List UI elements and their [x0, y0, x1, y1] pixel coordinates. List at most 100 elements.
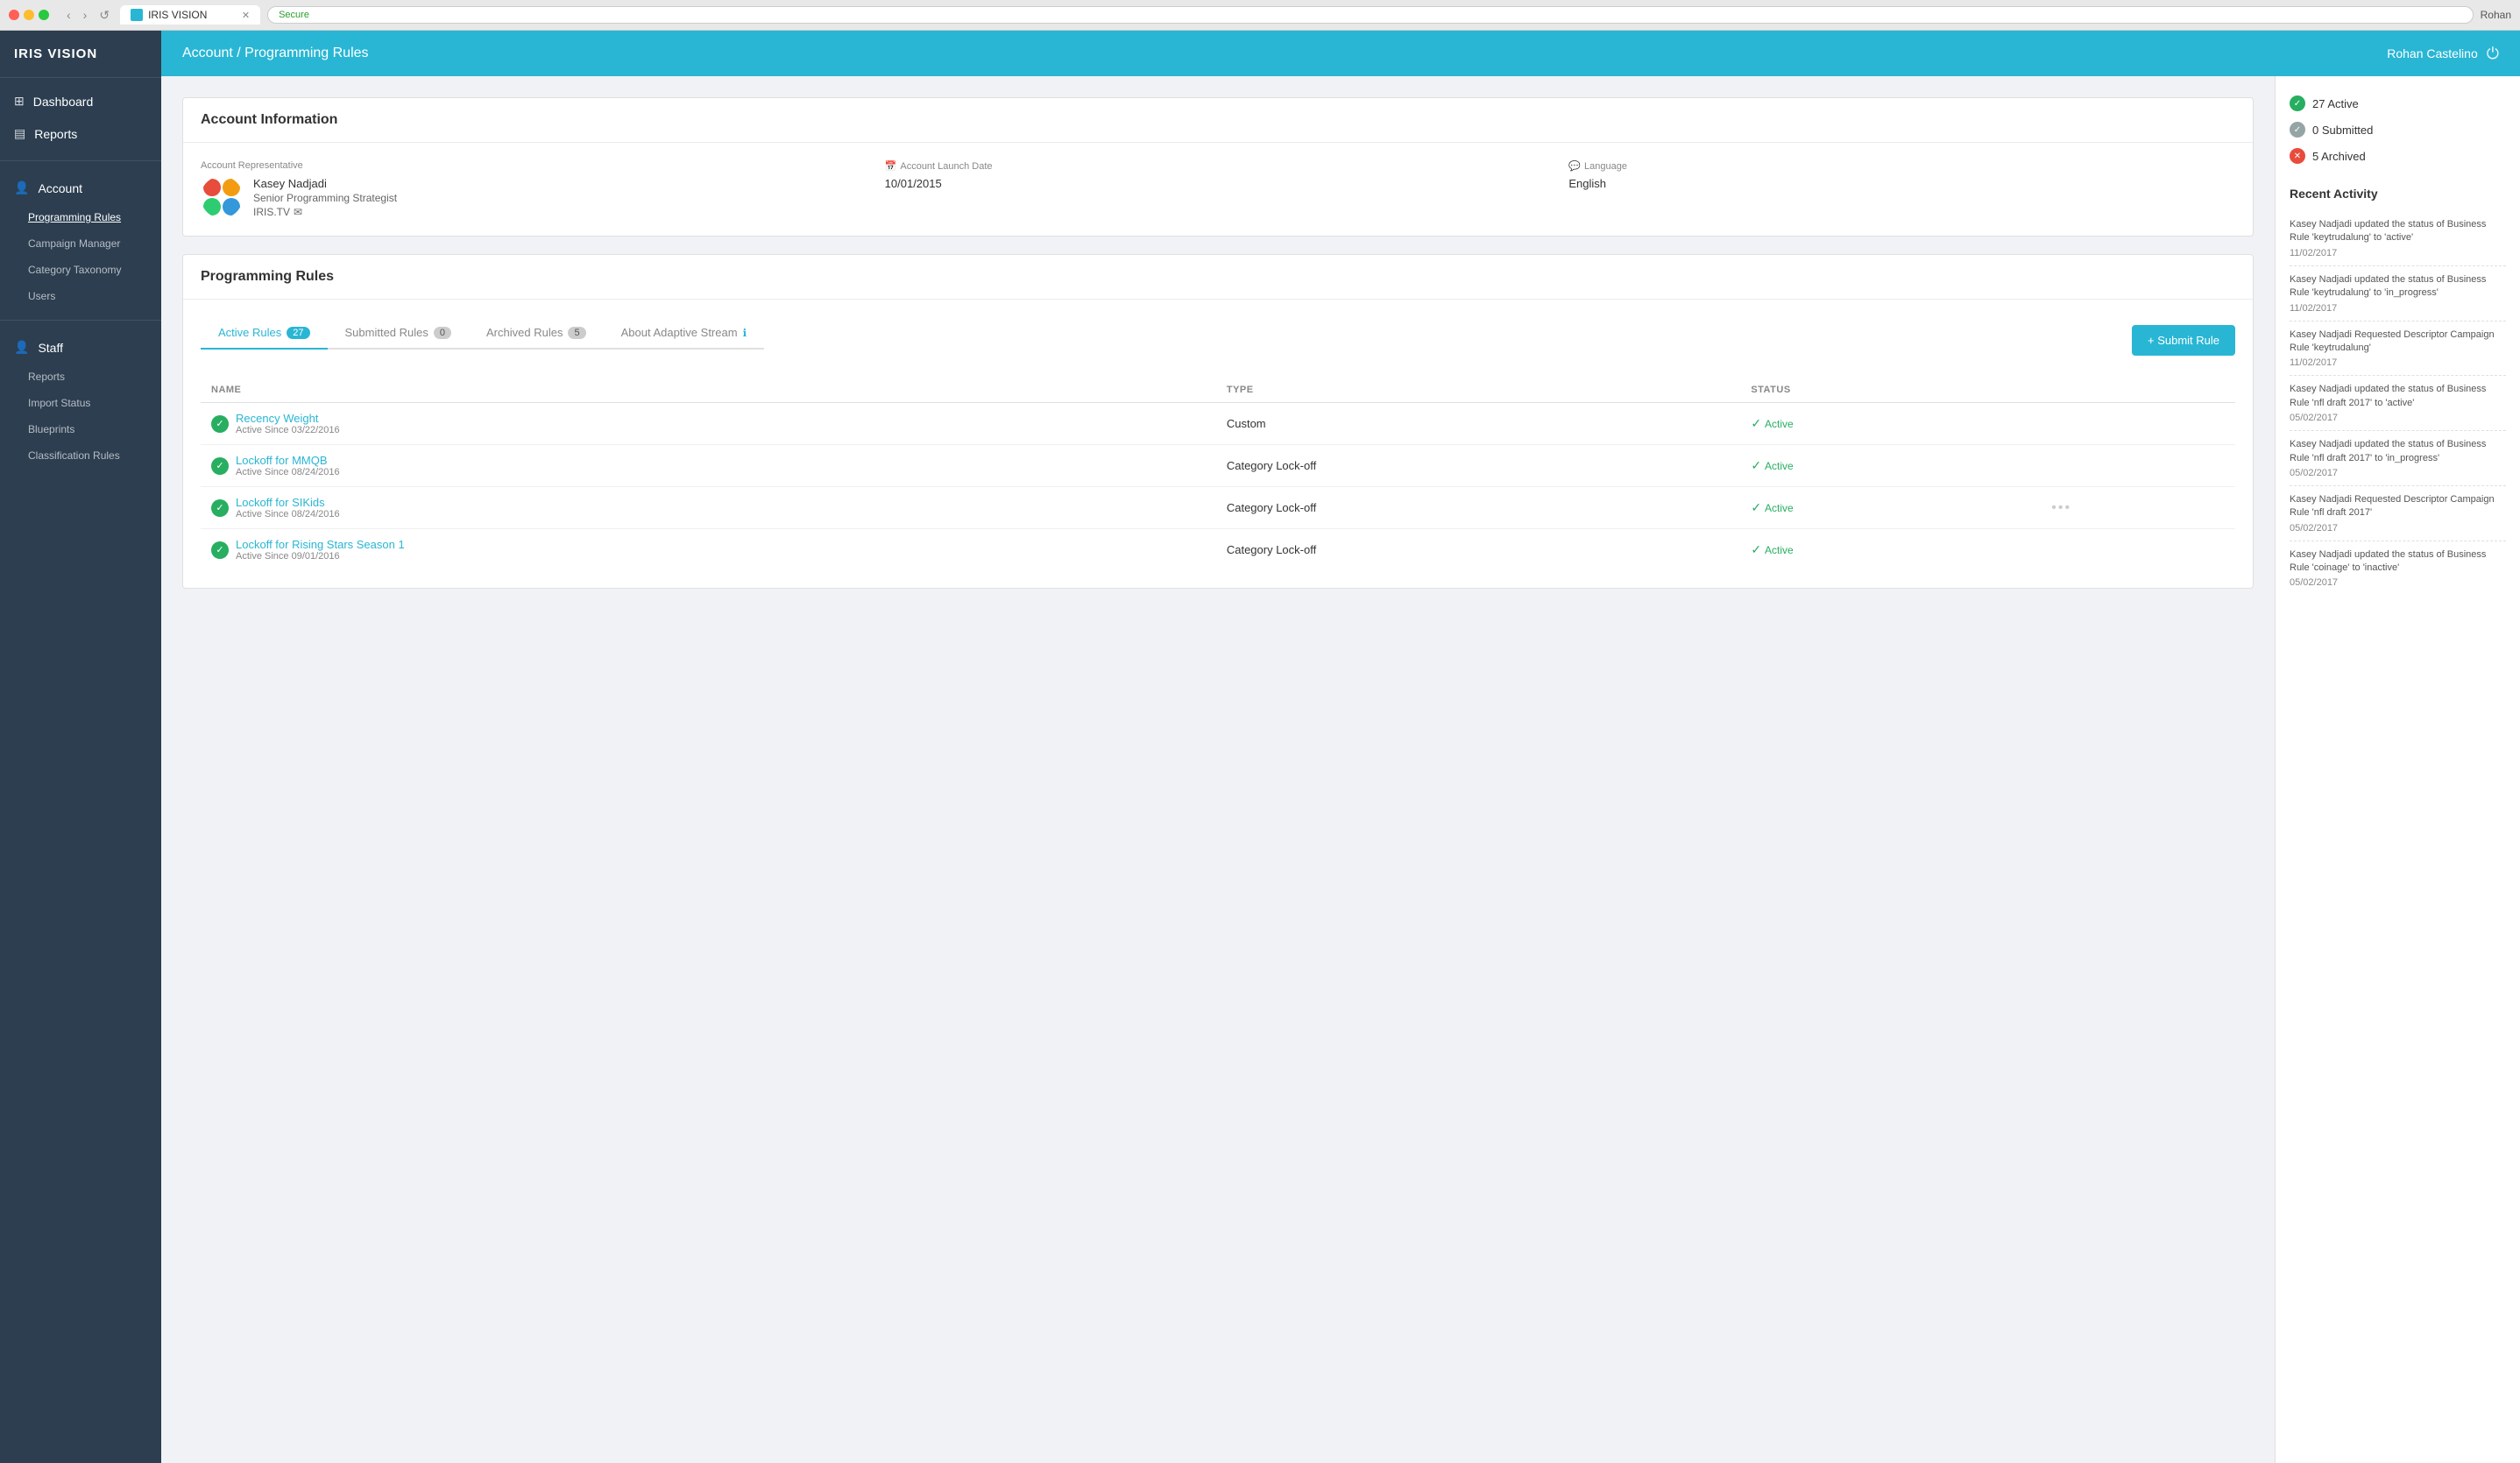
sidebar-item-classification-rules[interactable]: Classification Rules: [14, 442, 161, 469]
logout-button[interactable]: ⏻: [2487, 45, 2499, 63]
tab-active-rules[interactable]: Active Rules 27: [201, 317, 328, 350]
rule-status-icon: ✓: [211, 541, 229, 559]
sidebar-section-main: ⊞ Dashboard ▤ Reports: [0, 78, 161, 157]
submit-rule-button[interactable]: + Submit Rule: [2132, 325, 2235, 356]
activity-text: Kasey Nadjadi updated the status of Busi…: [2290, 273, 2506, 300]
activity-item: Kasey Nadjadi updated the status of Busi…: [2290, 541, 2506, 596]
tab-archived-rules[interactable]: Archived Rules 5: [469, 317, 604, 348]
more-options[interactable]: •••: [2051, 500, 2071, 515]
rule-status: ✓ Active: [1751, 542, 2030, 557]
archived-rules-badge: 5: [568, 327, 585, 339]
programming-rules-card: Programming Rules Active Rules 27 Submit…: [182, 254, 2254, 589]
staff-icon: 👤: [14, 340, 29, 355]
activity-text: Kasey Nadjadi updated the status of Busi…: [2290, 383, 2506, 410]
rule-status: ✓ Active: [1751, 500, 2030, 515]
activity-item: Kasey Nadjadi updated the status of Busi…: [2290, 431, 2506, 486]
rule-name[interactable]: Lockoff for SIKids: [236, 496, 340, 509]
rule-status-icon: ✓: [211, 457, 229, 475]
submitted-rules-badge: 0: [434, 327, 451, 339]
activity-item: Kasey Nadjadi Requested Descriptor Campa…: [2290, 322, 2506, 377]
rule-type: Category Lock-off: [1216, 529, 1740, 571]
sidebar-item-import-status[interactable]: Import Status: [14, 390, 161, 416]
sidebar-item-campaign-manager[interactable]: Campaign Manager: [14, 230, 161, 257]
rule-status: ✓ Active: [1751, 416, 2030, 431]
activity-date: 05/02/2017: [2290, 523, 2506, 534]
top-header: Account / Programming Rules Rohan Castel…: [161, 31, 2520, 76]
minimize-dot[interactable]: [24, 10, 34, 20]
maximize-dot[interactable]: [39, 10, 49, 20]
sidebar: IRIS VISION ⊞ Dashboard ▤ Reports 👤 Acco…: [0, 31, 161, 1463]
active-check-icon: ✓: [1751, 500, 1761, 515]
account-rep-section: Account Representative: [201, 160, 867, 218]
activity-text: Kasey Nadjadi Requested Descriptor Campa…: [2290, 493, 2506, 520]
tab-adaptive-stream[interactable]: About Adaptive Stream ℹ: [604, 317, 765, 348]
forward-button[interactable]: ›: [80, 6, 91, 24]
email-icon[interactable]: ✉: [294, 206, 302, 218]
rep-company: IRIS.TV ✉: [253, 206, 397, 218]
activity-date: 11/02/2017: [2290, 357, 2506, 368]
rule-since: Active Since 08/24/2016: [236, 467, 340, 477]
table-row: ✓ Lockoff for SIKids Active Since 08/24/…: [201, 487, 2235, 529]
account-icon: 👤: [14, 180, 29, 195]
account-info-body: Account Representative: [183, 143, 2253, 236]
active-rules-badge: 27: [287, 327, 309, 339]
archived-icon: ✕: [2290, 148, 2305, 164]
browser-tab[interactable]: IRIS VISION ✕: [120, 5, 260, 25]
rule-name[interactable]: Lockoff for Rising Stars Season 1: [236, 538, 405, 551]
tab-title: IRIS VISION: [148, 9, 207, 21]
calendar-icon: 📅: [885, 160, 897, 172]
sidebar-item-account[interactable]: 👤 Account: [0, 172, 161, 204]
sidebar-item-reports[interactable]: ▤ Reports: [0, 117, 161, 150]
address-bar[interactable]: Secure: [267, 6, 2474, 24]
table-head: NAME TYPE STATUS: [201, 378, 2235, 403]
account-rep: Kasey Nadjadi Senior Programming Strateg…: [201, 176, 867, 218]
launch-date-value: 10/01/2015: [885, 177, 1552, 190]
activity-text: Kasey Nadjadi Requested Descriptor Campa…: [2290, 329, 2506, 356]
user-info: Rohan Castelino ⏻: [2387, 45, 2499, 63]
activity-list: Kasey Nadjadi updated the status of Busi…: [2290, 211, 2506, 595]
launch-date-label: 📅 Account Launch Date: [885, 160, 1552, 172]
rep-label: Account Representative: [201, 160, 867, 171]
tab-btn-area: Active Rules 27 Submitted Rules 0 Archiv…: [201, 317, 2235, 364]
sidebar-item-staff-reports[interactable]: Reports: [14, 364, 161, 390]
rep-info: Kasey Nadjadi Senior Programming Strateg…: [253, 177, 397, 218]
language-label: 💬 Language: [1568, 160, 2235, 172]
rule-name[interactable]: Recency Weight: [236, 412, 340, 425]
sidebar-item-category-taxonomy[interactable]: Category Taxonomy: [14, 257, 161, 283]
recent-activity-title: Recent Activity: [2290, 187, 2506, 201]
close-dot[interactable]: [9, 10, 19, 20]
rule-status-icon: ✓: [211, 499, 229, 517]
rule-name[interactable]: Lockoff for MMQB: [236, 454, 340, 467]
back-button[interactable]: ‹: [63, 6, 74, 24]
language-icon: 💬: [1568, 160, 1581, 172]
activity-text: Kasey Nadjadi updated the status of Busi…: [2290, 218, 2506, 245]
active-check-icon: ✓: [1751, 542, 1761, 557]
table-row: ✓ Recency Weight Active Since 03/22/2016…: [201, 403, 2235, 445]
programming-rules-body: Active Rules 27 Submitted Rules 0 Archiv…: [183, 300, 2253, 588]
sidebar-label-account: Account: [38, 181, 82, 195]
rule-type: Category Lock-off: [1216, 487, 1740, 529]
activity-date: 05/02/2017: [2290, 577, 2506, 588]
sidebar-item-blueprints[interactable]: Blueprints: [14, 416, 161, 442]
secure-indicator: Secure: [279, 10, 309, 20]
stat-submitted: ✓ 0 Submitted: [2290, 117, 2506, 143]
browser-user: Rohan: [2481, 9, 2511, 21]
sidebar-sub-account: Programming Rules Campaign Manager Categ…: [0, 204, 161, 309]
sidebar-item-users[interactable]: Users: [14, 283, 161, 309]
breadcrumb: Account / Programming Rules: [182, 46, 369, 61]
sidebar-item-dashboard[interactable]: ⊞ Dashboard: [0, 85, 161, 117]
tab-submitted-rules[interactable]: Submitted Rules 0: [328, 317, 470, 348]
content-area: Account Information Account Representati…: [161, 76, 2275, 1463]
activity-item: Kasey Nadjadi Requested Descriptor Campa…: [2290, 486, 2506, 541]
stat-archived: ✕ 5 Archived: [2290, 143, 2506, 169]
launch-date-section: 📅 Account Launch Date 10/01/2015: [885, 160, 1552, 190]
activity-item: Kasey Nadjadi updated the status of Busi…: [2290, 211, 2506, 266]
reports-icon: ▤: [14, 126, 25, 141]
activity-item: Kasey Nadjadi updated the status of Busi…: [2290, 376, 2506, 431]
activity-item: Kasey Nadjadi updated the status of Busi…: [2290, 266, 2506, 322]
tab-close[interactable]: ✕: [242, 10, 250, 21]
sidebar-item-staff[interactable]: 👤 Staff: [0, 331, 161, 364]
reload-button[interactable]: ↺: [96, 6, 113, 25]
sidebar-item-programming-rules[interactable]: Programming Rules: [14, 204, 161, 230]
stat-archived-label: 5 Archived: [2312, 150, 2366, 163]
